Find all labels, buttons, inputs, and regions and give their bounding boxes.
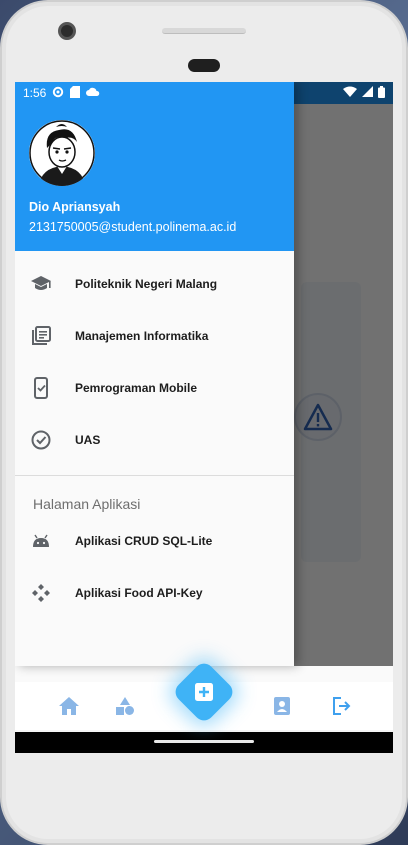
home-gesture-handle[interactable] [154,740,254,743]
menu-item-label: Pemrograman Mobile [75,381,198,395]
menu-item-uas[interactable]: UAS [15,414,294,466]
menu-item-politeknik[interactable]: Politeknik Negeri Malang [15,258,294,310]
wifi-icon [343,86,357,100]
school-icon [30,273,52,295]
check-circle-icon [30,429,52,451]
cloud-icon [86,86,100,100]
menu-item-label: Aplikasi Food API-Key [75,586,203,600]
clock: 1:56 [23,86,47,100]
home-icon[interactable] [57,694,81,718]
status-bar: 1:56 [15,82,393,104]
add-box-icon [194,682,214,702]
logout-icon[interactable] [329,694,353,718]
menu-item-food-api[interactable]: Aplikasi Food API-Key [15,567,294,619]
contact-icon[interactable] [270,694,294,718]
drawer-menu: Politeknik Negeri Malang Manajemen Infor… [15,251,294,466]
user-email: 2131750005@student.polinema.ac.id [29,220,237,234]
drawer-divider [15,475,294,476]
category-icon[interactable] [113,694,137,718]
gesture-navigation-bar [15,732,393,753]
library-books-icon [30,325,52,347]
menu-item-label: Manajemen Informatika [75,329,209,343]
section-title: Halaman Aplikasi [33,496,141,512]
avatar[interactable] [29,120,95,186]
earpiece [188,59,220,72]
signal-icon [362,86,373,100]
speaker-grille [162,28,246,34]
menu-item-manajemen-informatika[interactable]: Manajemen Informatika [15,310,294,362]
menu-item-label: Politeknik Negeri Malang [75,277,218,291]
screen: 1:56 Dio Apriansyah 2131750005@student.p… [15,82,393,753]
user-name: Dio Apriansyah [29,200,121,214]
drawer-header: Dio Apriansyah 2131750005@student.poline… [15,82,294,251]
menu-item-pemrograman-mobile[interactable]: Pemrograman Mobile [15,362,294,414]
api-icon [30,582,52,604]
menu-item-crud-sqlite[interactable]: Aplikasi CRUD SQL-Lite [15,515,294,567]
settings-icon [52,86,64,101]
menu-item-label: UAS [75,433,101,447]
front-camera [58,22,76,40]
menu-item-label: Aplikasi CRUD SQL-Lite [75,534,213,548]
battery-icon [378,85,385,101]
sd-card-icon [70,85,81,101]
android-icon [30,530,52,552]
phone-frame: 1:56 Dio Apriansyah 2131750005@student.p… [0,0,408,845]
navigation-drawer: Dio Apriansyah 2131750005@student.poline… [15,82,294,666]
mobile-check-icon [30,377,52,399]
